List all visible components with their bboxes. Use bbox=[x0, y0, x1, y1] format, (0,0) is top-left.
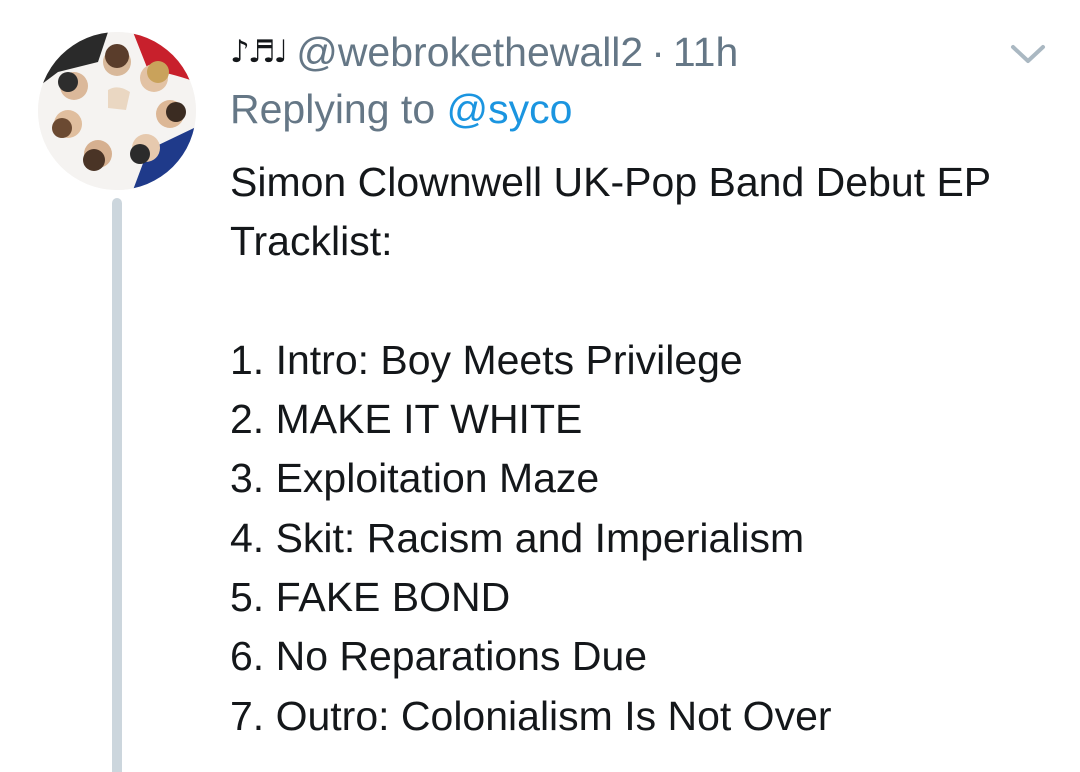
thread-line bbox=[112, 198, 122, 772]
avatar[interactable] bbox=[38, 32, 196, 190]
author-handle[interactable]: @webrokethewall2 bbox=[296, 29, 643, 76]
header-separator: · bbox=[651, 28, 665, 75]
reply-mention-link[interactable]: @syco bbox=[447, 86, 573, 132]
track-item: 7. Outro: Colonialism Is Not Over bbox=[230, 692, 832, 739]
tweet-line: Simon Clownwell UK-Pop Band Debut EP bbox=[230, 159, 992, 205]
reply-prefix: Replying to bbox=[230, 86, 436, 132]
tweet: ♪♬♩ @webrokethewall2 · 11h Replying to @… bbox=[0, 0, 1080, 772]
chevron-down-icon[interactable] bbox=[1008, 40, 1048, 68]
display-name[interactable]: ♪♬♩ bbox=[230, 34, 288, 70]
track-item: 5. FAKE BOND bbox=[230, 574, 511, 621]
tweet-header: ♪♬♩ @webrokethewall2 · 11h bbox=[230, 24, 738, 80]
track-item: 4. Skit: Racism and Imperialism bbox=[230, 514, 805, 561]
tweet-line: Tracklist: bbox=[230, 218, 393, 265]
track-item: 1. Intro: Boy Meets Privilege bbox=[230, 336, 743, 383]
tweet-time[interactable]: 11h bbox=[673, 29, 738, 76]
track-item: 6. No Reparations Due bbox=[230, 633, 648, 680]
track-item: 3. Exploitation Maze bbox=[230, 455, 600, 502]
reply-context: Replying to @syco bbox=[230, 86, 572, 133]
track-item: 2. MAKE IT WHITE bbox=[230, 396, 583, 443]
tweet-text: Simon Clownwell UK-Pop Band Debut EP Tra… bbox=[230, 153, 1060, 746]
avatar-image bbox=[38, 32, 196, 190]
